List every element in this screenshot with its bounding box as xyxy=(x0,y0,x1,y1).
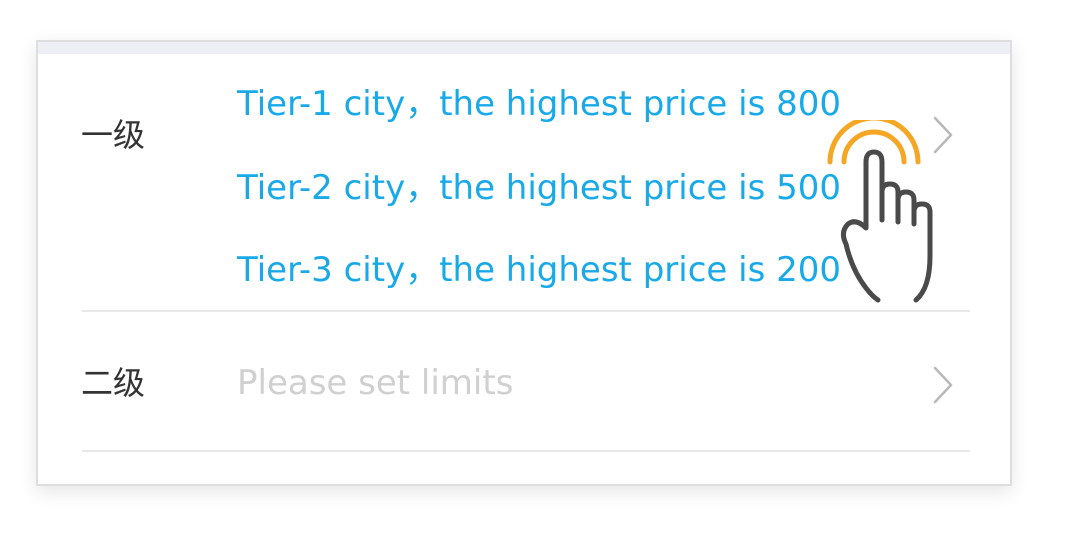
tier-3-text: Tier-3 city，the highest price is 200 xyxy=(237,250,841,290)
limits-placeholder: Please set limits xyxy=(237,363,514,403)
level-1-label: 一级 xyxy=(81,116,146,154)
limits-card: 一级 Tier-1 city，the highest price is 800 … xyxy=(36,40,1012,486)
level-2-row[interactable]: 二级 Please set limits xyxy=(38,312,1010,452)
bottom-divider xyxy=(82,450,970,452)
level-2-label: 二级 xyxy=(81,364,146,402)
tier-1-text: Tier-1 city，the highest price is 800 xyxy=(237,84,841,124)
chevron-right-icon[interactable] xyxy=(932,365,954,405)
tier-2-text: Tier-2 city，the highest price is 500 xyxy=(237,168,841,208)
tap-hand-icon xyxy=(827,120,933,303)
card-top-strip xyxy=(38,42,1010,54)
